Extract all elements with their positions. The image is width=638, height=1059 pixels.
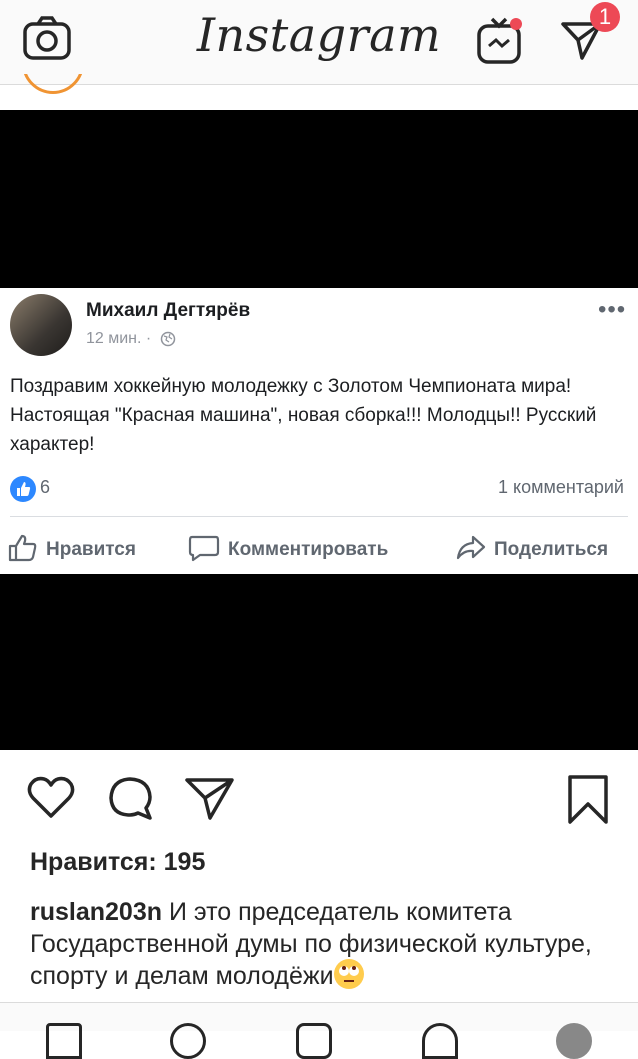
fb-comment-label: Комментировать <box>228 539 389 561</box>
add-post-icon[interactable] <box>296 1023 332 1059</box>
fb-share-action: Поделиться <box>456 535 609 564</box>
fb-comment-action: Комментировать <box>188 535 389 564</box>
redacted-area-top <box>0 110 638 288</box>
thumbs-up-icon <box>8 534 37 562</box>
fb-author-name: Михаил Дегтярёв <box>86 300 251 321</box>
fb-post-time: 12 мин. · <box>86 330 176 348</box>
top-bar: Instagram 1 <box>0 0 638 85</box>
comment-icon[interactable] <box>106 774 156 822</box>
rolling-eyes-emoji-icon <box>333 959 364 990</box>
heart-icon[interactable] <box>26 774 76 822</box>
globe-icon <box>160 331 175 347</box>
fb-comment-count: 1 комментарий <box>498 477 624 497</box>
facebook-post-screenshot: Михаил Дегтярёв 12 мин. · ••• Поздравим … <box>0 288 638 574</box>
likes-count[interactable]: Нравится: 195 <box>30 848 205 877</box>
home-icon[interactable] <box>46 1023 82 1059</box>
caption-username[interactable]: ruslan203n <box>30 898 162 926</box>
comment-bubble-icon <box>188 535 220 562</box>
activity-heart-icon[interactable] <box>422 1023 458 1059</box>
fb-share-label: Поделиться <box>494 539 609 561</box>
bookmark-icon[interactable] <box>566 774 610 826</box>
fb-like-action: Нравится <box>8 534 136 564</box>
fb-post-body: Поздравим хоккейную молодежку с Золотом … <box>10 376 597 455</box>
post-action-bar <box>0 770 638 830</box>
share-arrow-icon <box>456 535 486 560</box>
search-icon[interactable] <box>170 1023 206 1059</box>
profile-avatar-icon[interactable] <box>556 1023 592 1059</box>
fb-like-label: Нравится <box>46 539 136 561</box>
fb-time-label: 12 мин. · <box>86 330 152 347</box>
direct-message-badge: 1 <box>590 2 620 32</box>
bottom-nav-bar <box>0 1002 638 1059</box>
divider <box>10 516 628 517</box>
like-reaction-icon <box>10 476 36 502</box>
instagram-logo: Instagram <box>196 8 442 62</box>
story-avatar-ring <box>22 74 82 94</box>
fb-like-count: 6 <box>40 477 51 497</box>
share-icon[interactable] <box>184 774 236 822</box>
redacted-area-bottom <box>0 574 638 750</box>
igtv-icon[interactable] <box>476 16 524 66</box>
more-options-icon: ••• <box>598 296 627 323</box>
fb-author-avatar <box>10 294 72 356</box>
post-caption: ruslan203n И это председатель комитета Г… <box>30 896 620 992</box>
